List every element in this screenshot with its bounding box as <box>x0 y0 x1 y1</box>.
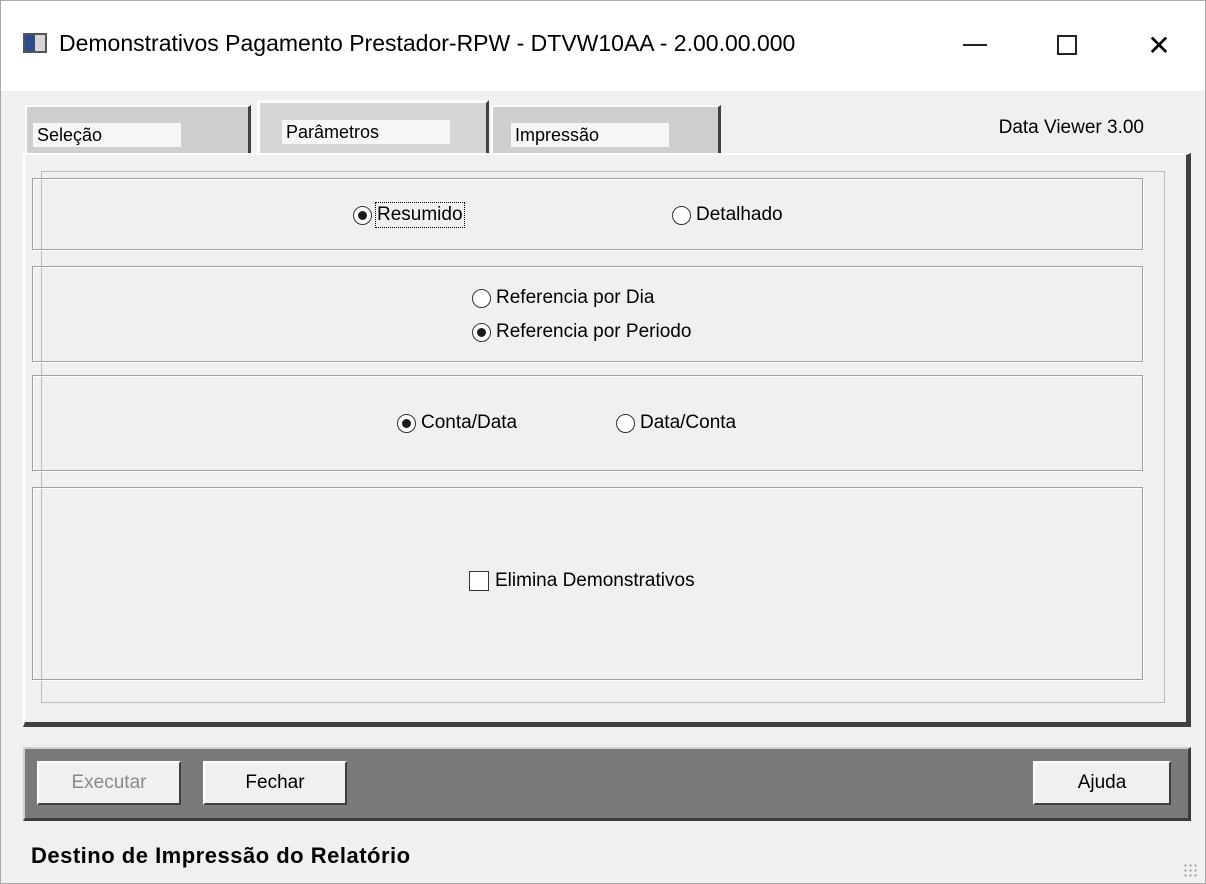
ajuda-button[interactable]: Ajuda <box>1033 761 1171 805</box>
radio-referencia-periodo-circle[interactable] <box>472 322 491 342</box>
minimize-button[interactable] <box>945 17 1005 73</box>
radio-detalhado-label: Detalhado <box>696 204 783 225</box>
radio-data-conta-circle[interactable] <box>616 413 635 433</box>
radio-referencia-dia-circle[interactable] <box>472 288 491 308</box>
tab-selecao-label: Seleção <box>33 123 181 147</box>
close-icon: ✕ <box>1147 29 1171 61</box>
tab-parametros-label: Parâmetros <box>282 120 450 144</box>
status-bar-text: Destino de Impressão do Relatório <box>31 843 411 868</box>
maximize-icon <box>1057 35 1077 55</box>
maximize-button[interactable] <box>1037 17 1097 73</box>
dialog-window: Demonstrativos Pagamento Prestador-RPW -… <box>0 0 1206 884</box>
elimina-demonstrativos-box[interactable] <box>469 571 489 591</box>
minimize-icon <box>963 44 987 46</box>
tab-impressao-label: Impressão <box>511 123 669 147</box>
radio-conta-data-circle[interactable] <box>397 413 416 433</box>
elimina-demonstrativos-checkbox[interactable]: Elimina Demonstrativos <box>469 570 695 592</box>
sort-order-group <box>32 375 1143 471</box>
data-viewer-label: Data Viewer 3.00 <box>998 117 1144 138</box>
fechar-button[interactable]: Fechar <box>203 761 347 805</box>
elimina-demonstrativos-label: Elimina Demonstrativos <box>495 570 695 591</box>
title-bar[interactable]: Demonstrativos Pagamento Prestador-RPW -… <box>1 1 1205 91</box>
tab-impressao[interactable]: Impressão <box>491 105 721 155</box>
window-title: Demonstrativos Pagamento Prestador-RPW -… <box>59 30 796 56</box>
radio-conta-data[interactable]: Conta/Data <box>397 412 517 434</box>
close-button[interactable]: ✕ <box>1129 17 1189 73</box>
radio-referencia-dia[interactable]: Referencia por Dia <box>472 287 654 309</box>
resize-grip-icon[interactable] <box>1183 863 1197 877</box>
radio-data-conta-label: Data/Conta <box>640 412 737 433</box>
radio-detalhado[interactable]: Detalhado <box>672 204 783 226</box>
radio-referencia-periodo[interactable]: Referencia por Periodo <box>472 321 691 343</box>
tab-selecao[interactable]: Seleção <box>25 105 251 155</box>
radio-referencia-periodo-label: Referencia por Periodo <box>496 321 692 342</box>
radio-referencia-dia-label: Referencia por Dia <box>496 287 655 308</box>
report-type-group <box>32 178 1143 250</box>
radio-resumido-circle[interactable] <box>353 205 372 225</box>
button-bar: Executar Fechar Ajuda <box>23 747 1191 821</box>
radio-detalhado-circle[interactable] <box>672 205 691 225</box>
radio-conta-data-label: Conta/Data <box>421 412 518 433</box>
radio-resumido[interactable]: Resumido <box>353 202 465 228</box>
reference-group <box>32 266 1143 362</box>
executar-button[interactable]: Executar <box>37 761 181 805</box>
radio-resumido-label: Resumido <box>375 202 465 228</box>
radio-data-conta[interactable]: Data/Conta <box>616 412 736 434</box>
app-window-icon[interactable] <box>23 33 47 53</box>
